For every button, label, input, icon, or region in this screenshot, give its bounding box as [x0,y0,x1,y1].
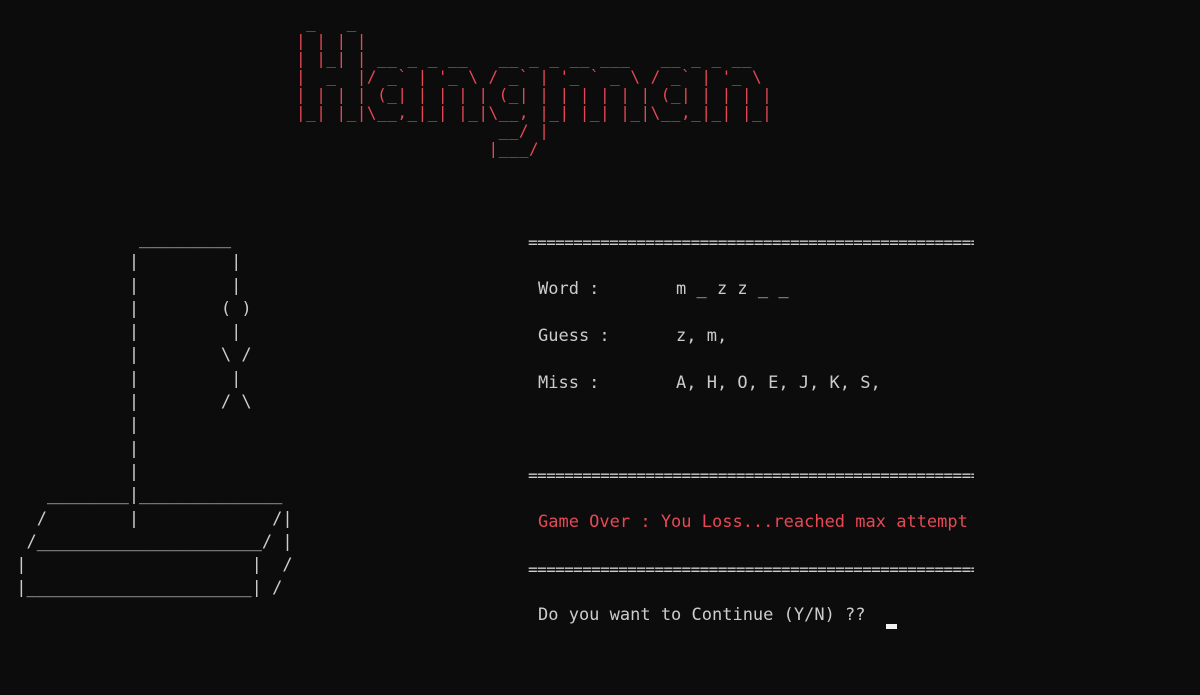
guess-label: Guess : [538,326,610,346]
text-cursor[interactable] [886,624,897,629]
word-value: m _ z z _ _ [676,279,789,299]
miss-value: A, H, O, E, J, K, S, [676,373,881,393]
gallows-art: _________ | | | | | ( ) | | | \ / | | | … [16,229,293,599]
continue-prompt: Do you want to Continue (Y/N) ?? [538,605,866,625]
separator-middle: ========================================… [528,467,974,485]
miss-label: Miss : [538,373,600,393]
word-label: Word : [538,279,600,299]
separator-top: ========================================… [528,234,974,252]
separator-bottom: ========================================… [528,561,974,579]
game-over-message: Game Over : You Loss...reached max attem… [538,512,968,532]
hangman-title-art: _ _ | | | | | |_| | __ _ _ __ __ _ _ __ … [296,13,773,158]
guess-value: z, m, [676,326,728,346]
